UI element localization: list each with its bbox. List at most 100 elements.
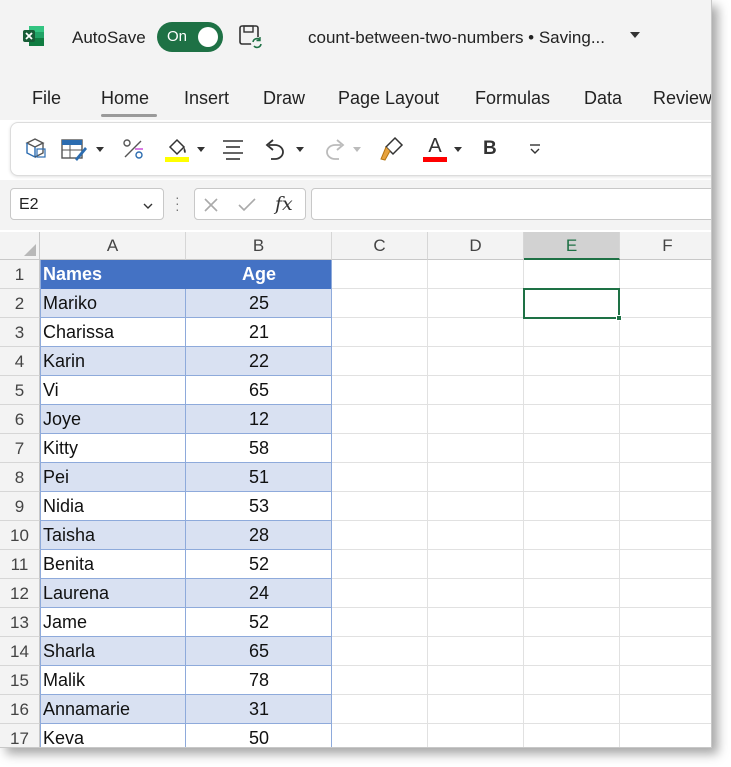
row-header[interactable]: 3: [0, 318, 40, 347]
table-row: Malik 78: [40, 666, 332, 695]
row-header[interactable]: 7: [0, 434, 40, 463]
cell-name[interactable]: Keva: [43, 724, 84, 747]
title-dropdown-icon[interactable]: [630, 32, 640, 38]
column-header-b[interactable]: B: [186, 232, 332, 260]
format-painter-icon[interactable]: [377, 135, 405, 163]
row-header[interactable]: 13: [0, 608, 40, 637]
formula-input[interactable]: [311, 188, 711, 220]
font-color-icon[interactable]: A: [423, 135, 447, 163]
fill-color-dropdown-icon[interactable]: [197, 147, 205, 152]
cell-age[interactable]: 58: [186, 434, 332, 463]
row-header[interactable]: 5: [0, 376, 40, 405]
row-header[interactable]: 14: [0, 637, 40, 666]
redo-icon[interactable]: [319, 135, 349, 163]
cell-age[interactable]: 28: [186, 521, 332, 550]
tab-draw[interactable]: Draw: [263, 88, 305, 109]
row-header[interactable]: 9: [0, 492, 40, 521]
clipboard-icon[interactable]: [23, 135, 49, 163]
cell-name[interactable]: Jame: [43, 608, 87, 637]
table-row: Charissa 21: [40, 318, 332, 347]
cell-name[interactable]: Pei: [43, 463, 69, 492]
cell-age[interactable]: 52: [186, 608, 332, 637]
header-names[interactable]: Names: [43, 260, 102, 289]
column-header-e[interactable]: E: [524, 232, 620, 260]
cell-age[interactable]: 12: [186, 405, 332, 434]
row-header[interactable]: 4: [0, 347, 40, 376]
cell-age[interactable]: 21: [186, 318, 332, 347]
enter-check-icon[interactable]: [237, 197, 257, 213]
row-header[interactable]: 17: [0, 724, 40, 747]
tab-page-layout[interactable]: Page Layout: [338, 88, 439, 109]
row-header[interactable]: 15: [0, 666, 40, 695]
cell-name[interactable]: Annamarie: [43, 695, 130, 724]
cell-name[interactable]: Karin: [43, 347, 85, 376]
cell-age[interactable]: 24: [186, 579, 332, 608]
cell-age[interactable]: 65: [186, 376, 332, 405]
cell-name[interactable]: Malik: [43, 666, 85, 695]
cell-age[interactable]: 52: [186, 550, 332, 579]
undo-icon[interactable]: [261, 135, 291, 163]
cell-name[interactable]: Mariko: [43, 289, 97, 318]
insert-function-button[interactable]: fx: [275, 193, 293, 215]
font-color-dropdown-icon[interactable]: [454, 147, 462, 152]
cell-age[interactable]: 53: [186, 492, 332, 521]
align-icon[interactable]: [219, 135, 247, 163]
column-header-f[interactable]: F: [620, 232, 711, 260]
table-row: Karin 22: [40, 347, 332, 376]
cell-name[interactable]: Charissa: [43, 318, 114, 347]
column-header-d[interactable]: D: [428, 232, 524, 260]
row-header[interactable]: 1: [0, 260, 40, 289]
cell-name[interactable]: Benita: [43, 550, 94, 579]
undo-dropdown-icon[interactable]: [296, 147, 304, 152]
cell-name[interactable]: Vi: [43, 376, 59, 405]
select-all-corner[interactable]: [0, 232, 40, 260]
cell-name[interactable]: Sharla: [43, 637, 95, 666]
tab-review[interactable]: Review: [653, 88, 711, 109]
cancel-icon[interactable]: [203, 197, 219, 213]
cell-age[interactable]: 25: [186, 289, 332, 318]
percent-icon[interactable]: [119, 135, 147, 163]
chevron-down-icon[interactable]: [143, 201, 153, 211]
table-format-dropdown-icon[interactable]: [96, 147, 104, 152]
selected-cell-e2[interactable]: [523, 288, 622, 321]
cell-age[interactable]: 31: [186, 695, 332, 724]
row-header[interactable]: 16: [0, 695, 40, 724]
fill-handle[interactable]: [616, 315, 622, 321]
row-header[interactable]: 12: [0, 579, 40, 608]
table-row: Vi 65: [40, 376, 332, 405]
name-box[interactable]: E2: [10, 188, 164, 220]
cell-name[interactable]: Nidia: [43, 492, 84, 521]
cell-name[interactable]: Kitty: [43, 434, 78, 463]
column-header-c[interactable]: C: [332, 232, 428, 260]
column-header-a[interactable]: A: [40, 232, 186, 260]
row-header[interactable]: 11: [0, 550, 40, 579]
table-format-icon[interactable]: [59, 135, 89, 163]
cell-age[interactable]: 78: [186, 666, 332, 695]
header-age[interactable]: Age: [186, 260, 332, 289]
document-title[interactable]: count-between-two-numbers • Saving...: [308, 28, 605, 48]
table-row: Nidia 53: [40, 492, 332, 521]
row-header[interactable]: 6: [0, 405, 40, 434]
cell-age[interactable]: 22: [186, 347, 332, 376]
cell-name[interactable]: Joye: [43, 405, 81, 434]
cell-name[interactable]: Taisha: [43, 521, 95, 550]
fill-color-icon[interactable]: [163, 135, 191, 163]
tab-file[interactable]: File: [32, 88, 61, 109]
active-tab-indicator: [101, 114, 157, 117]
autosave-toggle[interactable]: On: [157, 22, 223, 52]
tab-insert[interactable]: Insert: [184, 88, 229, 109]
save-icon[interactable]: [238, 24, 264, 50]
cell-name[interactable]: Laurena: [43, 579, 109, 608]
cell-age[interactable]: 50: [186, 724, 332, 747]
row-header[interactable]: 10: [0, 521, 40, 550]
row-header[interactable]: 8: [0, 463, 40, 492]
tab-data[interactable]: Data: [584, 88, 622, 109]
more-icon[interactable]: [527, 135, 543, 163]
bold-button[interactable]: B: [483, 135, 497, 163]
cell-age[interactable]: 65: [186, 637, 332, 666]
redo-dropdown-icon[interactable]: [353, 147, 361, 152]
row-header[interactable]: 2: [0, 289, 40, 318]
cell-age[interactable]: 51: [186, 463, 332, 492]
tab-formulas[interactable]: Formulas: [475, 88, 550, 109]
tab-home[interactable]: Home: [101, 88, 149, 109]
